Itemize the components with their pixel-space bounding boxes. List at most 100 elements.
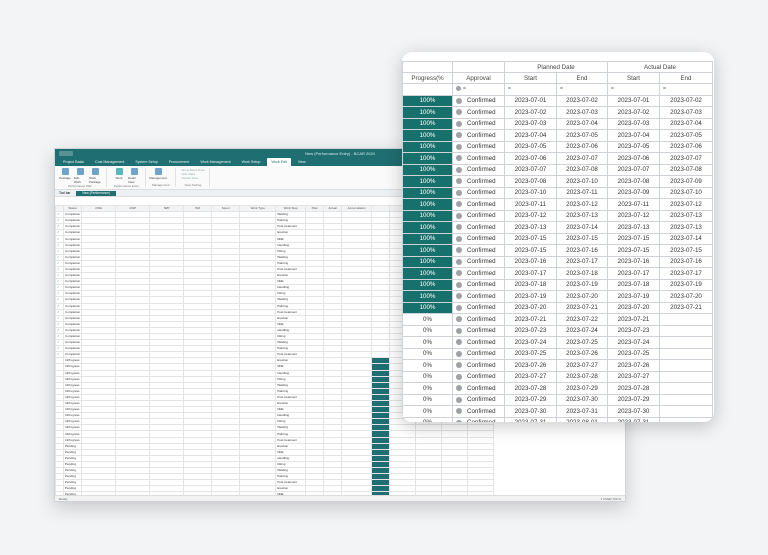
table-row[interactable]: 100% Confirmed 2023-07-05 2023-07-06 2023-07… <box>402 140 713 153</box>
date-cell-a-end[interactable]: 2023-07-02 <box>659 94 713 107</box>
progress-cell[interactable]: 100% <box>402 209 453 222</box>
quick-access-toolbar[interactable] <box>59 151 73 156</box>
table-row[interactable]: 100% Confirmed 2023-07-03 2023-07-04 2023-07… <box>402 117 713 130</box>
date-cell-a-start[interactable]: 2023-07-05 <box>607 140 660 153</box>
date-cell-p-start[interactable]: 2023-07-05 <box>504 140 557 153</box>
date-cell-a-end[interactable]: 2023-07-12 <box>659 198 713 211</box>
date-cell-p-end[interactable]: 2023-07-03 <box>556 106 608 119</box>
planned-end-filter[interactable]: = <box>556 83 608 96</box>
table-row[interactable]: 0% Confirmed 2023-07-21 2023-07-22 2023-07-2… <box>402 313 713 326</box>
date-cell-a-end[interactable]: 2023-07-14 <box>659 232 713 245</box>
date-cell-p-end[interactable]: 2023-07-07 <box>556 152 608 165</box>
menu-tab[interactable]: Work Edit <box>267 158 291 166</box>
date-cell-a-end[interactable]: 2023-07-06 <box>659 140 713 153</box>
progress-cell[interactable]: 100% <box>402 255 453 268</box>
date-cell-p-start[interactable]: 2023-07-29 <box>504 393 557 406</box>
approval-cell[interactable]: Confirmed <box>452 290 505 303</box>
date-cell-a-end[interactable] <box>659 347 713 360</box>
table-row[interactable]: 100% Confirmed 2023-07-17 2023-07-18 2023-07… <box>402 267 713 280</box>
planned-date-header[interactable]: Planned Date <box>504 61 608 73</box>
date-cell-a-start[interactable]: 2023-07-21 <box>607 313 660 326</box>
progress-cell[interactable]: 0% <box>402 324 453 337</box>
date-cell-p-end[interactable]: 2023-07-18 <box>556 267 608 280</box>
date-cell-p-start[interactable]: 2023-07-31 <box>504 416 557 422</box>
date-cell-a-end[interactable] <box>659 393 713 406</box>
date-cell-a-end[interactable] <box>659 370 713 383</box>
date-cell-p-start[interactable]: 2023-07-12 <box>504 209 557 222</box>
date-cell-a-end[interactable] <box>659 324 713 337</box>
progress-cell[interactable]: 0% <box>402 405 453 418</box>
date-cell-a-start[interactable]: 2023-07-12 <box>607 209 660 222</box>
menu-tab[interactable]: Cost Management <box>91 158 128 166</box>
date-cell-a-start[interactable]: 2023-07-17 <box>607 267 660 280</box>
approval-cell[interactable]: Confirmed <box>452 163 505 176</box>
date-cell-a-start[interactable]: 2023-07-15 <box>607 244 660 257</box>
approval-cell[interactable]: Confirmed <box>452 336 505 349</box>
date-cell-p-start[interactable]: 2023-07-26 <box>504 359 557 372</box>
date-cell-a-start[interactable]: 2023-07-04 <box>607 129 660 142</box>
date-cell-p-start[interactable]: 2023-07-06 <box>504 152 557 165</box>
date-cell-a-end[interactable]: 2023-07-10 <box>659 186 713 199</box>
date-cell-a-end[interactable] <box>659 336 713 349</box>
ribbon-button[interactable]: Work <box>113 168 125 184</box>
date-cell-p-end[interactable]: 2023-07-26 <box>556 347 608 360</box>
date-cell-p-end[interactable]: 2023-07-17 <box>556 255 608 268</box>
date-cell-p-start[interactable]: 2023-07-08 <box>504 175 557 188</box>
progress-cell[interactable]: 0% <box>402 382 453 395</box>
date-cell-a-start[interactable]: 2023-07-31 <box>607 416 660 422</box>
menu-tab[interactable]: Work Setup <box>238 158 265 166</box>
progress-cell[interactable]: 100% <box>402 221 453 234</box>
progress-cell[interactable]: 0% <box>402 313 453 326</box>
approval-cell[interactable]: Confirmed <box>452 244 505 257</box>
date-cell-p-start[interactable]: 2023-07-16 <box>504 255 557 268</box>
date-cell-p-end[interactable]: 2023-07-05 <box>556 129 608 142</box>
date-cell-p-end[interactable]: 2023-07-11 <box>556 186 608 199</box>
date-cell-p-end[interactable]: 2023-07-14 <box>556 221 608 234</box>
progress-cell[interactable]: 100% <box>402 244 453 257</box>
date-cell-p-start[interactable]: 2023-07-19 <box>504 290 557 303</box>
date-cell-p-start[interactable]: 2023-07-28 <box>504 382 557 395</box>
date-cell-a-end[interactable] <box>659 313 713 326</box>
table-row[interactable]: 100% Confirmed 2023-07-06 2023-07-07 2023-07… <box>402 152 713 165</box>
date-cell-a-end[interactable]: 2023-07-05 <box>659 129 713 142</box>
approval-cell[interactable]: Confirmed <box>452 359 505 372</box>
date-cell-p-start[interactable]: 2023-07-17 <box>504 267 557 280</box>
date-cell-a-end[interactable] <box>659 405 713 418</box>
date-cell-p-end[interactable]: 2023-07-28 <box>556 370 608 383</box>
date-cell-a-end[interactable]: 2023-07-07 <box>659 152 713 165</box>
date-cell-p-start[interactable]: 2023-07-18 <box>504 278 557 291</box>
date-cell-a-end[interactable]: 2023-07-03 <box>659 106 713 119</box>
ribbon-list-item[interactable]: Details View <box>182 176 205 180</box>
date-cell-a-end[interactable]: 2023-07-16 <box>659 255 713 268</box>
date-cell-p-end[interactable]: 2023-08-01 <box>556 416 608 422</box>
date-cell-a-start[interactable]: 2023-07-26 <box>607 359 660 372</box>
date-cell-a-start[interactable]: 2023-07-03 <box>607 117 660 130</box>
table-row[interactable]: 0% Confirmed 2023-07-25 2023-07-26 2023-07-2… <box>402 347 713 360</box>
date-cell-a-start[interactable]: 2023-07-18 <box>607 278 660 291</box>
table-row[interactable]: 100% Confirmed 2023-07-01 2023-07-02 2023-07… <box>402 94 713 107</box>
table-row[interactable]: 0% Confirmed 2023-07-24 2023-07-25 2023-07-2… <box>402 336 713 349</box>
date-cell-p-start[interactable]: 2023-07-27 <box>504 370 557 383</box>
date-cell-a-start[interactable]: 2023-07-27 <box>607 370 660 383</box>
date-cell-a-end[interactable]: 2023-07-09 <box>659 175 713 188</box>
progress-cell[interactable]: 0% <box>402 393 453 406</box>
date-cell-a-end[interactable]: 2023-07-13 <box>659 221 713 234</box>
table-row[interactable]: 100% Confirmed 2023-07-15 2023-07-16 2023-07… <box>402 244 713 257</box>
progress-cell[interactable]: 100% <box>402 106 453 119</box>
date-cell-p-end[interactable]: 2023-07-06 <box>556 140 608 153</box>
menu-tab[interactable]: View <box>294 158 310 166</box>
date-cell-p-start[interactable]: 2023-07-20 <box>504 301 557 314</box>
approval-cell[interactable]: Confirmed <box>452 152 505 165</box>
date-cell-p-end[interactable]: 2023-07-24 <box>556 324 608 337</box>
date-cell-a-end[interactable] <box>659 416 713 422</box>
date-cell-a-start[interactable]: 2023-07-29 <box>607 393 660 406</box>
date-cell-p-start[interactable]: 2023-07-30 <box>504 405 557 418</box>
approval-cell[interactable]: Confirmed <box>452 140 505 153</box>
approval-cell[interactable]: Confirmed <box>452 198 505 211</box>
menu-tab[interactable]: System Setup <box>131 158 161 166</box>
ribbon-button[interactable]: Detail View <box>128 168 140 184</box>
date-cell-a-end[interactable]: 2023-07-21 <box>659 301 713 314</box>
progress-cell[interactable]: 0% <box>402 347 453 360</box>
ribbon-button[interactable]: Work Package <box>89 168 101 184</box>
date-cell-p-end[interactable]: 2023-07-29 <box>556 382 608 395</box>
